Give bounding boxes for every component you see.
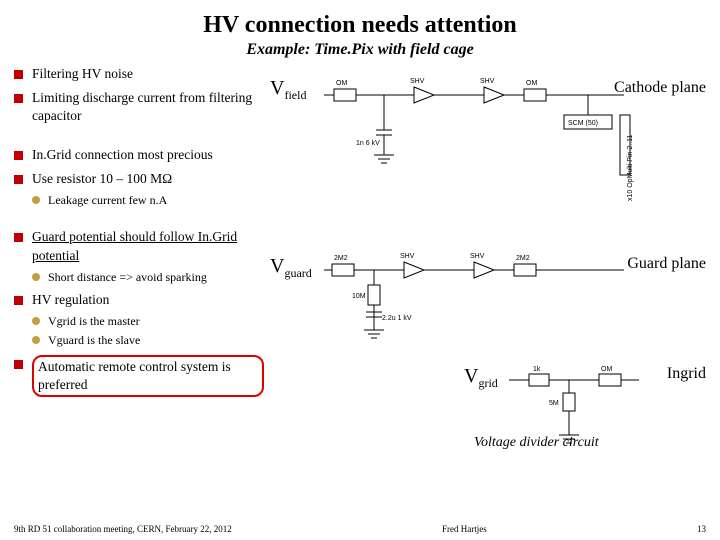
bullet-list: Filtering HV noise Limiting discharge cu… (14, 65, 264, 403)
page-title: HV connection needs attention (14, 12, 706, 39)
subtitle: Example: Time.Pix with field cage (14, 41, 706, 59)
sub-bullet: Vgrid is the master (32, 313, 264, 329)
guard-plane-label: Guard plane (627, 255, 706, 273)
svg-text:OM: OM (336, 80, 347, 87)
schematic-area: Vfield Vguard Vgrid Cathode plane Guard … (264, 65, 706, 403)
svg-text:SHV: SHV (470, 253, 485, 260)
bullet: Filtering HV noise (14, 65, 264, 83)
svg-text:2M2: 2M2 (516, 255, 530, 262)
bullet-text: Guard potential should follow In.Grid po… (32, 229, 237, 262)
bullet: Guard potential should follow In.Grid po… (14, 228, 264, 285)
svg-text:OM: OM (601, 366, 612, 373)
bullet: Use resistor 10 – 100 MΩ Leakage current… (14, 170, 264, 208)
svg-text:2.2u 1 kV: 2.2u 1 kV (382, 315, 412, 322)
sub-bullet: Leakage current few n.A (32, 192, 264, 208)
footer-center: Fred Hartjes (442, 524, 487, 534)
cathode-circuit: OM SHV SHV OM 1n 6 kV (324, 75, 634, 188)
svg-text:x10 OpMulti Pin 2..11: x10 OpMulti Pin 2..11 (627, 134, 634, 201)
footer-left: 9th RD 51 collaboration meeting, CERN, F… (14, 524, 232, 534)
svg-text:SCM (50): SCM (50) (568, 120, 598, 127)
bullet: Limiting discharge current from filterin… (14, 89, 264, 125)
bullet-text: HV regulation (32, 292, 109, 307)
highlight-box: Automatic remote control system is prefe… (32, 355, 264, 397)
svg-text:SHV: SHV (410, 78, 425, 85)
svg-text:SHV: SHV (400, 253, 415, 260)
bullet: Automatic remote control system is prefe… (14, 355, 264, 397)
v-field-label: Vfield (270, 77, 306, 103)
bullet: In.Grid connection most precious (14, 146, 264, 164)
svg-text:OM: OM (526, 80, 537, 87)
ingrid-label: Ingrid (667, 365, 706, 383)
sub-bullet: Short distance => avoid sparking (32, 269, 264, 285)
svg-text:1n 6 kV: 1n 6 kV (356, 140, 380, 147)
svg-text:10M: 10M (352, 293, 366, 300)
v-guard-label: Vguard (270, 255, 312, 281)
grid-circuit: 1k OM 5M (509, 365, 649, 458)
bullet: HV regulation Vgrid is the master Vguard… (14, 291, 264, 349)
svg-text:SHV: SHV (480, 78, 495, 85)
svg-text:1k: 1k (533, 366, 541, 373)
guard-circuit: 2M2 SHV SHV 2M2 10M 2.2u 1 kV (324, 250, 634, 353)
footer-right: 13 (697, 524, 706, 534)
svg-text:5M: 5M (549, 400, 559, 407)
svg-text:2M2: 2M2 (334, 255, 348, 262)
footer: 9th RD 51 collaboration meeting, CERN, F… (14, 524, 706, 534)
bullet-text: Use resistor 10 – 100 MΩ (32, 171, 172, 186)
v-grid-label: Vgrid (464, 365, 498, 391)
sub-bullet: Vguard is the slave (32, 332, 264, 348)
